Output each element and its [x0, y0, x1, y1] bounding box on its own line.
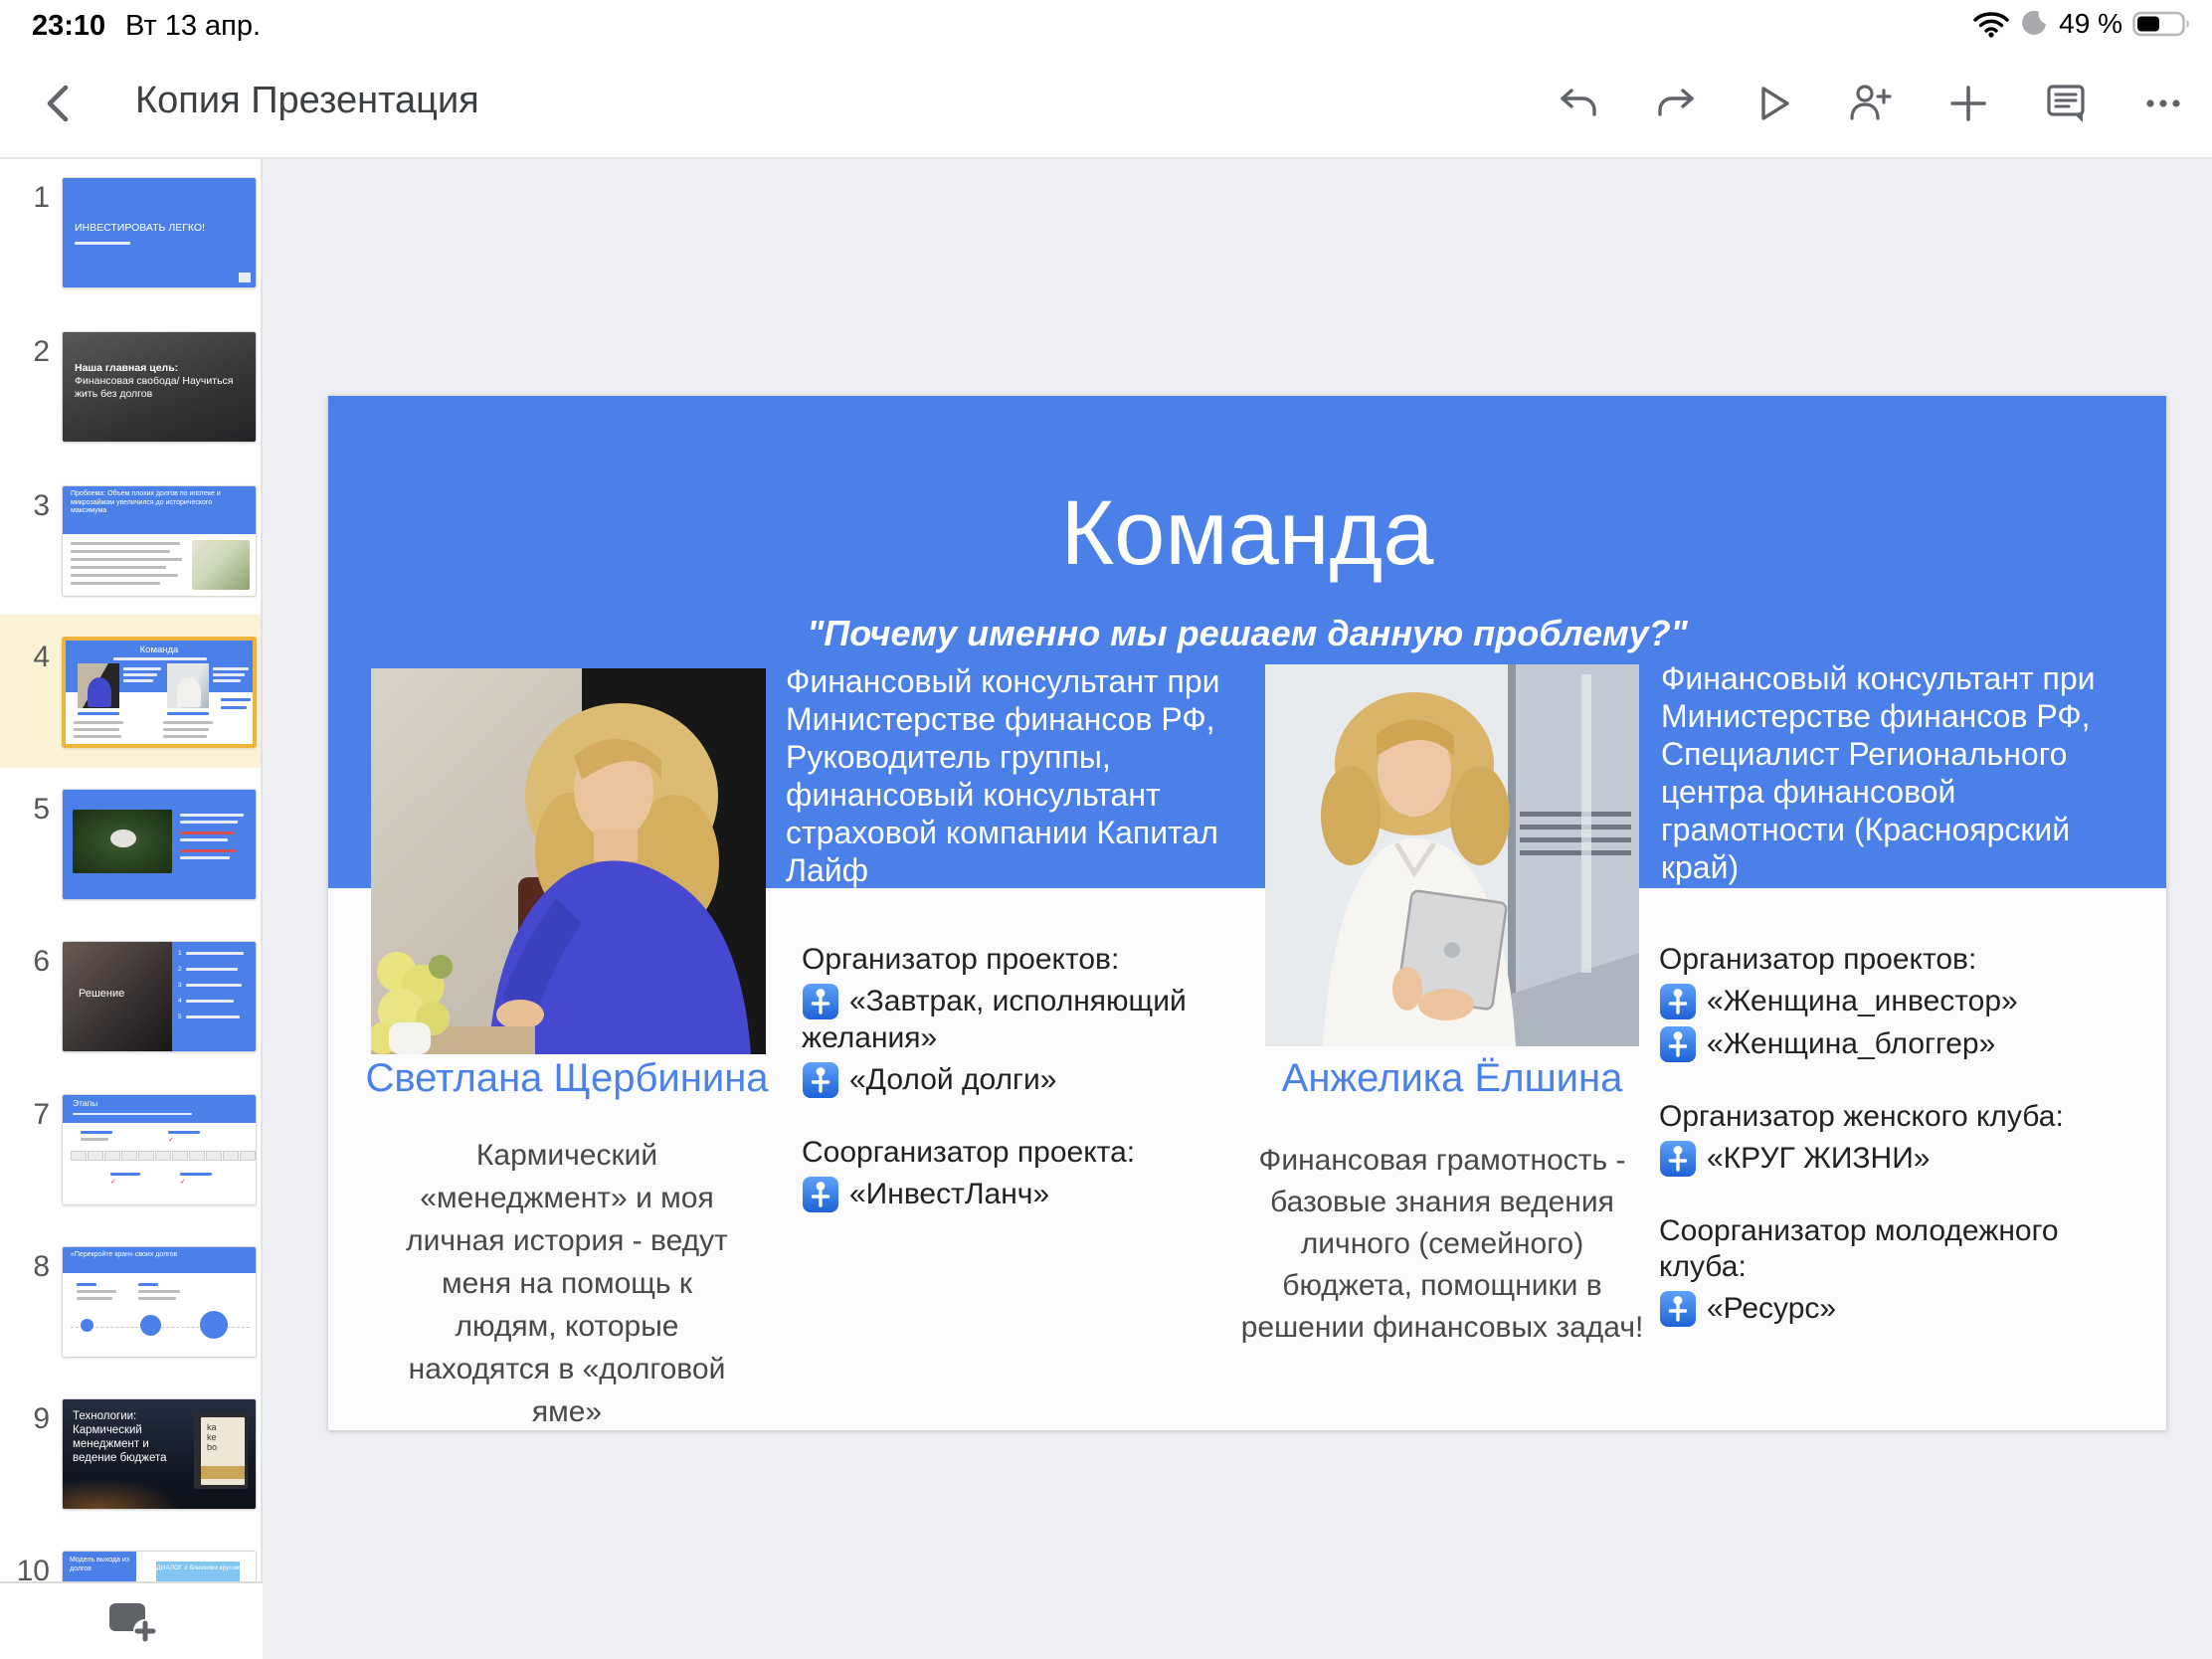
project-item: «Ресурс» [1659, 1290, 2136, 1328]
projects-list-svetlana[interactable]: Организатор проектов: «Завтрак, исполняю… [802, 942, 1259, 1213]
slide-filmstrip: 1 ИНВЕСТИРОВАТЬ ЛЕГКО! 2 Наша главная це… [0, 159, 263, 1581]
slide-number: 1 [10, 181, 50, 215]
battery-percent: 49 % [2059, 8, 2122, 40]
battery-icon [2132, 10, 2192, 38]
slide-number: 4 [10, 641, 50, 674]
add-slide-button[interactable] [103, 1597, 161, 1647]
slide-thumbnail-7[interactable]: Этапы ✓ ✓ ✓ [62, 1094, 257, 1205]
app-toolbar: Копия Презентация [0, 48, 2212, 159]
projects-list-anzhelika[interactable]: Организатор проектов: «Женщина_инвестор»… [1659, 942, 2136, 1328]
person-name-anzhelika[interactable]: Анжелика Ёлшина [1213, 1056, 1691, 1101]
slide-subtitle[interactable]: "Почему именно мы решаем данную проблему… [328, 613, 2166, 654]
status-bar: 23:10 Вт 13 апр. 49 % [0, 0, 2212, 48]
project-item: «ИнвестЛанч» [802, 1176, 1259, 1213]
screen: 23:10 Вт 13 апр. 49 % Копия Презент [0, 0, 2212, 1659]
more-options-button[interactable] [2140, 81, 2186, 126]
youth-club-heading: Соорганизатор молодежногоклуба: [1659, 1213, 2136, 1285]
project-item: «Долой долги» [802, 1061, 1259, 1099]
job-text-svetlana[interactable]: Финансовый консультант приМинистерстве ф… [786, 662, 1253, 889]
job-text-anzhelika[interactable]: Финансовый консультант приМинистерстве ф… [1661, 659, 2148, 886]
filmstrip-footer [0, 1581, 263, 1659]
toolbar-actions [1556, 48, 2186, 159]
slide-thumbnail-6[interactable]: Решение 1 2 3 4 5 [62, 941, 257, 1052]
slide-thumbnail-10[interactable]: Модель выхода из долгов ДИАЛОГ с близким… [62, 1551, 257, 1581]
bio-text-anzhelika[interactable]: Финансовая грамотность -базовые знания в… [1223, 1140, 1661, 1349]
slide-thumbnail-3[interactable]: Проблема: Объем плохих долгов по ипотеке… [62, 485, 257, 597]
present-play-button[interactable] [1751, 81, 1796, 126]
thumb-photo [167, 663, 209, 708]
projects-heading: Организатор проектов: [1659, 942, 2136, 978]
kakebo-book: ka ke bo [194, 1413, 248, 1489]
slide-number: 7 [10, 1098, 50, 1132]
mens-room-emoji-icon [1659, 1025, 1697, 1063]
mens-room-emoji-icon [802, 1176, 839, 1213]
slide-number: 6 [10, 945, 50, 979]
slide-number: 8 [10, 1250, 50, 1284]
slide-thumbnail-4-selected[interactable]: Команда [62, 637, 257, 748]
comments-button[interactable] [2043, 81, 2089, 126]
thumb-photo [192, 540, 250, 590]
thumb-photo [73, 810, 172, 873]
wifi-icon [1973, 10, 2009, 38]
corner-fold [239, 273, 251, 282]
mens-room-emoji-icon [1659, 1290, 1697, 1328]
co-projects-heading: Соорганизатор проекта: [802, 1135, 1259, 1171]
clock: 23:10 [32, 10, 105, 43]
slide-number: 9 [10, 1402, 50, 1436]
slide-thumbnail-5[interactable] [62, 789, 257, 900]
person-name-svetlana[interactable]: Светлана Щербинина [348, 1056, 786, 1101]
slide-thumbnail-2[interactable]: Наша главная цель: Финансовая свобода/ Н… [62, 331, 257, 443]
mens-room-emoji-icon [1659, 1140, 1697, 1178]
project-item: «Женщина_инвестор» [1659, 983, 2136, 1020]
slide-page[interactable]: Команда "Почему именно мы решаем данную … [328, 396, 2166, 1430]
back-button[interactable] [34, 78, 86, 129]
slide-thumbnail-1[interactable]: ИНВЕСТИРОВАТЬ ЛЕГКО! [62, 177, 257, 288]
photo-anzhelika[interactable] [1265, 664, 1639, 1046]
insert-plus-button[interactable] [1945, 81, 1991, 126]
bio-text-svetlana[interactable]: Кармический«менеджмент» и моя личная ист… [388, 1134, 746, 1433]
projects-heading: Организатор проектов: [802, 942, 1259, 978]
share-person-add-button[interactable] [1848, 81, 1894, 126]
project-item: «КРУГ ЖИЗНИ» [1659, 1140, 2136, 1178]
thumb-photo [78, 663, 119, 708]
mens-room-emoji-icon [802, 983, 839, 1020]
slide-number: 3 [10, 489, 50, 523]
slide-title[interactable]: Команда [328, 481, 2166, 586]
slide-thumbnail-9[interactable]: Технологии: Кармический менеджмент и вед… [62, 1398, 257, 1510]
mens-room-emoji-icon [1659, 983, 1697, 1020]
slide-number: 2 [10, 335, 50, 369]
slide-thumbnail-8[interactable]: «Перекройте кран» своих долгов [62, 1246, 257, 1358]
club-heading: Организатор женского клуба: [1659, 1099, 2136, 1135]
project-item: «Завтрак, исполняющийжелания» [802, 983, 1259, 1056]
photo-svetlana[interactable] [371, 668, 766, 1054]
slide-number: 10 [10, 1555, 50, 1581]
slide-number: 5 [10, 793, 50, 827]
document-title[interactable]: Копия Презентация [135, 80, 479, 122]
redo-button[interactable] [1653, 81, 1699, 126]
do-not-disturb-moon-icon [2019, 9, 2049, 39]
date: Вт 13 апр. [125, 10, 261, 43]
mens-room-emoji-icon [802, 1061, 839, 1099]
project-item: «Женщина_блоггер» [1659, 1025, 2136, 1063]
undo-button[interactable] [1556, 81, 1601, 126]
